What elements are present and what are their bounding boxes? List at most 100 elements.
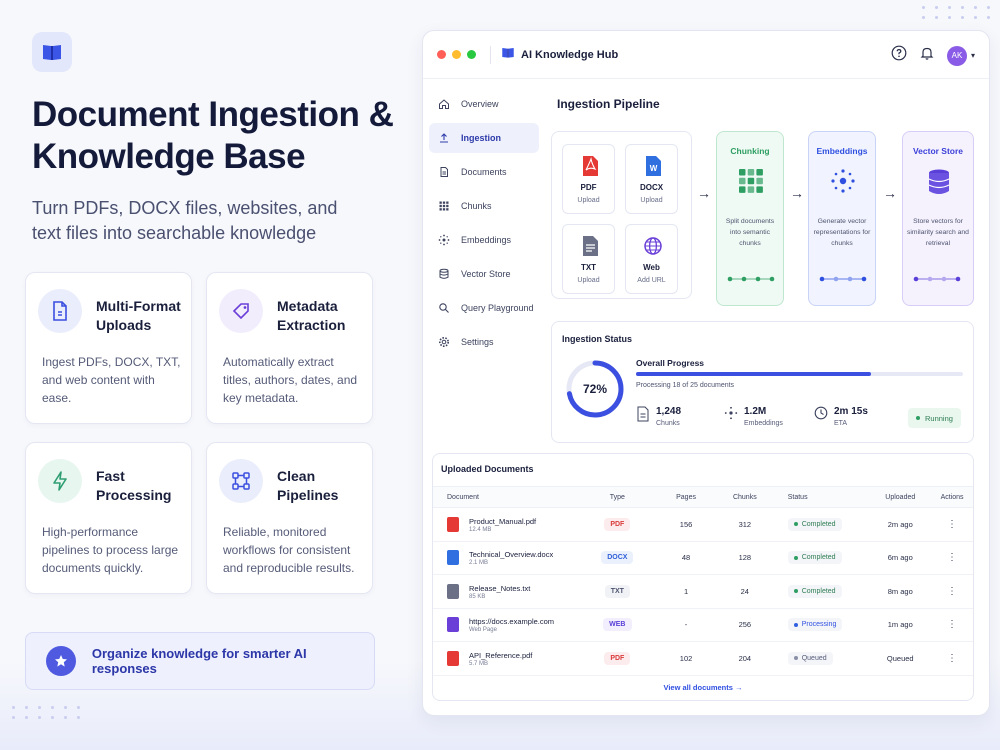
docx-icon: W bbox=[646, 156, 661, 176]
feature-title: Fast Processing bbox=[96, 468, 172, 503]
file-icon bbox=[447, 617, 459, 633]
document-size: 85 KB bbox=[469, 593, 486, 600]
document-icon bbox=[437, 165, 451, 179]
document-name: API_Reference.pdf bbox=[469, 650, 533, 660]
cta-banner[interactable]: Organize knowledge for smarter AI respon… bbox=[25, 632, 375, 690]
more-actions-icon[interactable]: ⋮ bbox=[931, 552, 973, 563]
pages-cell: - bbox=[684, 620, 688, 630]
table-row[interactable]: https://docs.example.com Web Page WEB - 256 P… bbox=[433, 609, 973, 642]
source-pdf[interactable]: PDF Upload bbox=[562, 144, 615, 214]
document-name: https://docs.example.com bbox=[469, 617, 555, 627]
more-actions-icon[interactable]: ⋮ bbox=[931, 619, 973, 630]
bell-icon[interactable] bbox=[919, 45, 935, 66]
source-docx[interactable]: W DOCX Upload bbox=[625, 144, 678, 214]
uploaded-cell: 6m ago bbox=[887, 553, 913, 563]
table-row[interactable]: Product_Manual.pdf 12.4 MB PDF 156 312 Comple… bbox=[433, 508, 973, 542]
star-icon bbox=[46, 646, 76, 676]
sidebar-item-chunks[interactable]: Chunks bbox=[429, 191, 539, 221]
more-actions-icon[interactable]: ⋮ bbox=[931, 586, 973, 597]
svg-text:W: W bbox=[650, 164, 658, 173]
pages-cell: 156 bbox=[679, 519, 693, 529]
feature-title: Metadata Extraction bbox=[277, 298, 346, 333]
sidebar-item-vector-store[interactable]: Vector Store bbox=[429, 259, 539, 289]
stage-chunking[interactable]: Chunking Split documents into semantic c… bbox=[716, 131, 784, 306]
txt-icon bbox=[583, 236, 598, 256]
feature-desc: Automatically extract titles, authors, d… bbox=[223, 355, 358, 405]
home-icon bbox=[437, 97, 451, 111]
source-web[interactable]: Web Add URL bbox=[625, 224, 678, 294]
view-all-documents-link[interactable]: View all documents → bbox=[433, 683, 973, 692]
lightning-icon bbox=[38, 459, 82, 503]
document-name: Release_Notes.txt bbox=[469, 583, 531, 593]
pdf-icon bbox=[583, 156, 598, 176]
chunks-cell: 24 bbox=[740, 586, 749, 596]
type-badge: PDF bbox=[604, 517, 631, 531]
sidebar-item-settings[interactable]: Settings bbox=[429, 327, 539, 357]
file-icon bbox=[38, 289, 82, 333]
document-size: 12.4 MB bbox=[469, 526, 492, 533]
more-actions-icon[interactable]: ⋮ bbox=[931, 653, 973, 664]
chevron-down-icon[interactable]: ▾ bbox=[971, 51, 975, 60]
document-size: Web Page bbox=[469, 627, 497, 634]
window-minimize-dot[interactable] bbox=[452, 50, 461, 59]
main-content: Ingestion Pipeline PDF Upload W DOCX Upl… bbox=[432, 79, 989, 715]
status-title: Ingestion Status bbox=[562, 334, 633, 344]
window-close-dot[interactable] bbox=[437, 50, 446, 59]
document-size: 2.1 MB bbox=[469, 560, 489, 567]
stat-embeddings: 1.2M Embeddings bbox=[724, 406, 783, 427]
sources-panel: PDF Upload W DOCX Upload TXT Upload Web … bbox=[551, 131, 692, 299]
ingestion-status-panel: Ingestion Status 72% Overall Progress Pr… bbox=[551, 321, 974, 443]
avatar[interactable]: AK bbox=[946, 45, 967, 66]
pipeline-icon bbox=[219, 459, 263, 503]
status-badge: Processing bbox=[787, 618, 843, 632]
sidebar-item-query-playground[interactable]: Query Playground bbox=[429, 293, 539, 323]
globe-icon bbox=[644, 237, 662, 255]
sidebar-item-documents[interactable]: Documents bbox=[429, 157, 539, 187]
feature-title: Multi-Format Uploads bbox=[96, 298, 181, 333]
embeddings-icon bbox=[724, 406, 738, 425]
documents-title: Uploaded Documents bbox=[441, 464, 534, 474]
file-icon bbox=[447, 550, 459, 566]
app-topbar: AI Knowledge Hub AK ▾ bbox=[423, 31, 989, 79]
uploaded-cell: 8m ago bbox=[887, 586, 913, 596]
arrow-right-icon: → bbox=[790, 185, 804, 201]
type-badge: PDF bbox=[604, 651, 631, 665]
sidebar-item-overview[interactable]: Overview bbox=[429, 89, 539, 119]
file-icon bbox=[447, 516, 459, 532]
more-actions-icon[interactable]: ⋮ bbox=[931, 519, 973, 530]
app-window: AI Knowledge Hub AK ▾ Overview Ingestion… bbox=[422, 30, 990, 716]
chunks-cell: 128 bbox=[738, 553, 752, 563]
sidebar-item-embeddings[interactable]: Embeddings bbox=[429, 225, 539, 255]
stage-progress-dots bbox=[819, 276, 867, 282]
table-row[interactable]: Release_Notes.txt 85 KB TXT 1 24 Completed 8m … bbox=[433, 575, 973, 609]
status-badge: Completed bbox=[787, 584, 842, 598]
pages-cell: 48 bbox=[681, 553, 691, 563]
uploaded-cell: 1m ago bbox=[887, 620, 913, 630]
table-row[interactable]: API_Reference.pdf 5.7 MB PDF 102 204 Queued Qu… bbox=[433, 642, 973, 676]
table-row[interactable]: Technical_Overview.docx 2.1 MB DOCX 48 128 Co… bbox=[433, 542, 973, 575]
status-badge: Queued bbox=[787, 651, 833, 665]
table-header: Document Type Pages Chunks Status Upload… bbox=[433, 486, 973, 508]
stat-eta: 2m 15s ETA bbox=[814, 406, 868, 427]
tag-icon bbox=[219, 289, 263, 333]
stage-embeddings[interactable]: Embeddings Generate vector representatio… bbox=[808, 131, 876, 306]
overall-progress-label: Overall Progress bbox=[636, 358, 705, 368]
embeddings-dots-icon bbox=[831, 169, 855, 193]
document-name: Technical_Overview.docx bbox=[469, 550, 554, 560]
arrow-right-icon: → bbox=[697, 185, 711, 201]
chunks-cell: 204 bbox=[738, 653, 752, 663]
database-icon bbox=[928, 169, 950, 194]
sidebar-item-ingestion[interactable]: Ingestion bbox=[429, 123, 539, 153]
database-icon bbox=[437, 267, 451, 281]
uploaded-cell: 2m ago bbox=[887, 519, 913, 529]
status-badge: Completed bbox=[787, 551, 842, 565]
arrow-right-icon: → bbox=[883, 185, 897, 201]
gear-icon bbox=[437, 335, 451, 349]
source-txt[interactable]: TXT Upload bbox=[562, 224, 615, 294]
window-maximize-dot[interactable] bbox=[467, 50, 476, 59]
feature-desc: Reliable, monitored workflows for consis… bbox=[223, 525, 355, 575]
help-icon[interactable] bbox=[891, 45, 907, 66]
stage-vector-store[interactable]: Vector Store Store vectors for similarit… bbox=[902, 131, 974, 306]
stage-progress-dots bbox=[913, 276, 961, 282]
feature-card-pipelines: Clean Pipelines Reliable, monitored work… bbox=[206, 442, 373, 594]
